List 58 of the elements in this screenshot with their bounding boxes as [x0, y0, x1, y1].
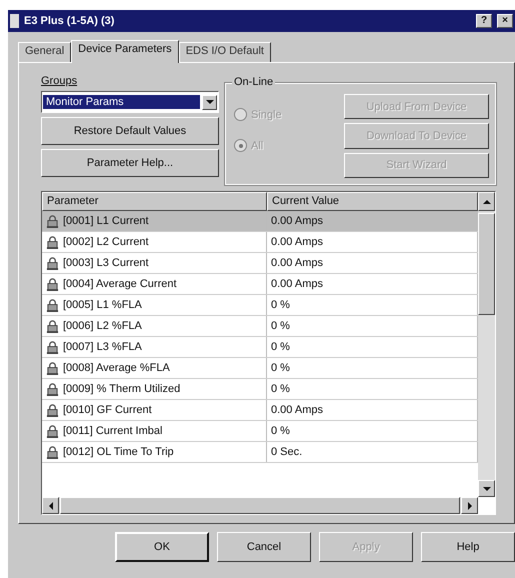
button[interactable]: Cancel [217, 532, 311, 562]
table-cell: [0006] L2 %FLA [63, 320, 142, 332]
table-cell: [0010] GF Current [63, 404, 152, 416]
scroll-left-icon[interactable] [42, 497, 59, 514]
table-row[interactable]: [0010] GF Current 0.00 Amps [42, 400, 478, 421]
table-row[interactable]: [0011] Current Imbal 0 % [42, 421, 478, 442]
table-cell: [0003] L3 Current [63, 257, 149, 269]
table-cell: [0008] Average %FLA [63, 362, 170, 374]
table-cell: [0002] L2 Current [63, 236, 149, 248]
scroll-right-icon[interactable] [461, 497, 478, 514]
groups-dropdown[interactable]: Monitor Params [41, 91, 219, 113]
scrollbar-thumb[interactable] [478, 213, 495, 315]
button[interactable]: Restore Default Values [41, 117, 219, 145]
lock-icon [46, 298, 59, 312]
window-icon [10, 14, 19, 28]
lock-icon [46, 236, 59, 248]
table-row[interactable]: [0008] Average %FLA 0 % [42, 358, 478, 379]
lock-icon [46, 362, 59, 374]
help-button[interactable]: ? [476, 14, 492, 28]
lock-icon [46, 320, 59, 332]
lock-icon [46, 424, 59, 438]
table-cell: [0011] Current Imbal [63, 425, 162, 437]
window-title: E3 Plus (1-5A) (3) [24, 15, 114, 27]
table-cell: [0007] L3 %FLA [63, 341, 142, 353]
column-header[interactable]: Parameter [42, 192, 267, 211]
button[interactable]: Parameter Help... [41, 149, 219, 177]
table-row[interactable]: [0003] L3 Current 0.00 Amps [42, 253, 478, 274]
table-cell: [0005] L1 %FLA [63, 299, 142, 311]
table-cell: [0012] OL Time To Trip [63, 446, 174, 458]
tab[interactable]: Device Parameters [71, 40, 179, 63]
group-title: On-Line [232, 76, 276, 88]
table-row[interactable]: [0006] L2 %FLA 0 % [42, 316, 478, 337]
scroll-up-icon[interactable] [478, 192, 495, 211]
lock-icon [46, 382, 59, 396]
table-row[interactable]: [0001] L1 Current 0.00 Amps [42, 211, 478, 232]
vertical-scrollbar[interactable] [478, 211, 495, 497]
close-button[interactable]: × [497, 14, 513, 28]
table-cell: [0004] Average Current [63, 278, 177, 290]
lock-icon [46, 340, 59, 354]
scroll-down-icon[interactable] [478, 480, 495, 497]
lock-icon [46, 214, 59, 228]
table-row[interactable]: [0004] Average Current 0.00 Amps [42, 274, 478, 295]
column-header[interactable]: Current Value [267, 192, 478, 211]
table-row[interactable]: [0012] OL Time To Trip 0 Sec. [42, 442, 478, 463]
table-row[interactable]: [0007] L3 %FLA 0 % [42, 337, 478, 358]
table-row[interactable]: [0009] % Therm Utilized 0 % [42, 379, 478, 400]
button[interactable]: Help [421, 532, 515, 562]
table-row[interactable]: [0005] L1 %FLA 0 % [42, 295, 478, 316]
lock-icon [46, 278, 59, 290]
lock-icon [46, 404, 59, 416]
tab[interactable]: EDS I/O Default [178, 42, 271, 62]
lock-icon [46, 256, 59, 270]
lock-icon [46, 446, 59, 458]
table-cell: [0009] % Therm Utilized [63, 383, 180, 395]
button[interactable]: OK [115, 532, 209, 562]
groups-label: Groups [41, 75, 78, 87]
table-row[interactable]: [0002] L2 Current 0.00 Amps [42, 232, 478, 253]
table-cell: [0001] L1 Current [63, 215, 149, 227]
